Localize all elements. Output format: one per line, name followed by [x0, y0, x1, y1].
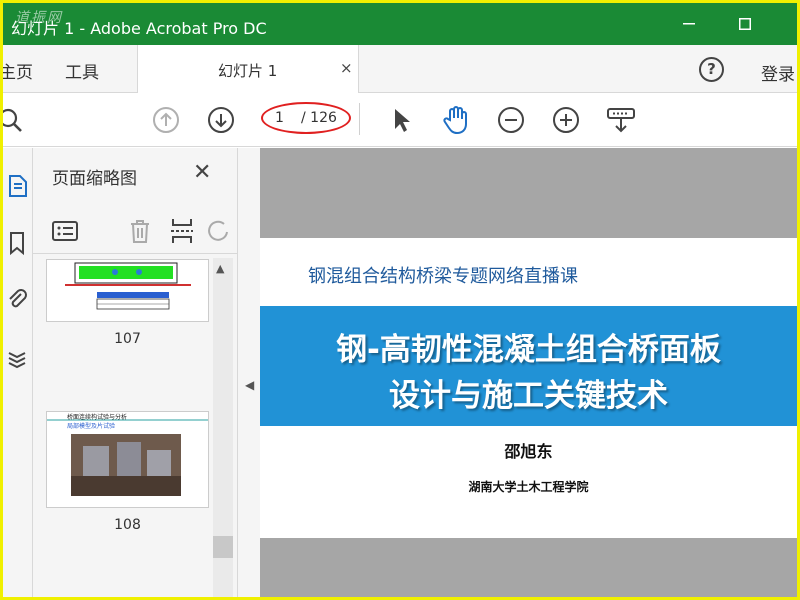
delete-page-button[interactable] [125, 216, 155, 246]
thumbnail-107[interactable] [46, 259, 209, 322]
app-window: 道振网 幻灯片 1 - Adobe Acrobat Pro DC 主页 工具 幻… [3, 3, 797, 597]
scroll-up-icon[interactable]: ▲ [216, 262, 224, 275]
rotate-icon [208, 220, 228, 241]
thumbnail-108[interactable]: 桥面连续构试验与分析 局部模型及片试验 [46, 411, 209, 508]
slide-banner: 钢-高韧性混凝土组合桥面板 设计与施工关键技术 [260, 306, 797, 426]
maximize-icon [739, 18, 751, 30]
up-arrow-circle-icon [153, 107, 179, 133]
zoom-out-button[interactable] [496, 105, 526, 135]
panel-close-icon[interactable]: ✕ [193, 160, 211, 185]
highlight-oval [261, 102, 351, 134]
slide-subtitle: 钢混组合结构桥梁专题网络直播课 [308, 266, 578, 287]
sign-in-button[interactable]: 登录 [761, 60, 795, 85]
slide-title-line1: 钢-高韧性混凝土组合桥面板 [336, 332, 721, 368]
insert-page-button[interactable] [167, 216, 197, 246]
attach-icon[interactable] [3, 284, 31, 314]
help-icon[interactable]: ? [699, 57, 724, 82]
document-tab-label: 幻灯片 1 [218, 62, 278, 80]
title-bar: 道振网 幻灯片 1 - Adobe Acrobat Pro DC [3, 3, 797, 45]
thumbnail-scroll-thumb[interactable] [213, 536, 233, 558]
delete-icon [131, 220, 149, 243]
page-number-field[interactable]: 1 / 126 [261, 102, 351, 134]
insert-page-icon [171, 219, 193, 243]
hand-icon [443, 106, 467, 135]
select-tool-button[interactable] [387, 105, 417, 135]
slide-author: 邵旭东 [504, 442, 553, 461]
maximize-button[interactable] [725, 9, 765, 39]
keyboard-scroll-icon [607, 108, 635, 133]
minimize-button[interactable] [669, 9, 709, 39]
hand-tool-button[interactable] [441, 105, 471, 135]
panel-toolbar [33, 208, 238, 254]
toolbar: 1 / 126 [3, 93, 797, 147]
document-scrollbar[interactable] [785, 148, 797, 597]
menu-tools[interactable]: 工具 [65, 58, 99, 83]
bookmark-icon[interactable] [3, 228, 31, 258]
collapse-arrow-icon[interactable]: ◀ [245, 378, 254, 392]
thumbnail-panel: 页面缩略图 ✕ 107 桥面连续构试验与分析 局部模型及片试验 108 ▲ [33, 148, 238, 597]
thumbnail-107-preview [65, 262, 191, 310]
slide-page: 钢混组合结构桥梁专题网络直播课 钢-高韧性混凝土组合桥面板 设计与施工关键技术 … [260, 238, 797, 538]
tab-close-icon[interactable]: × [340, 59, 353, 77]
document-view: 钢混组合结构桥梁专题网络直播课 钢-高韧性混凝土组合桥面板 设计与施工关键技术 … [260, 148, 797, 597]
slide-title-line2: 设计与施工关键技术 [389, 378, 668, 414]
thumbnail-options-button[interactable] [51, 216, 81, 246]
menu-home[interactable]: 主页 [3, 58, 33, 83]
slide-affiliation: 湖南大学土木工程学院 [468, 480, 589, 494]
zoom-out-icon [498, 107, 524, 133]
minimize-icon [683, 23, 695, 25]
next-page-button[interactable] [206, 105, 236, 135]
search-icon[interactable] [3, 105, 27, 135]
thumbnail-107-label: 107 [114, 331, 141, 347]
panel-title: 页面缩略图 [52, 169, 137, 189]
layers-icon[interactable] [3, 344, 31, 374]
window-title: 幻灯片 1 - Adobe Acrobat Pro DC [11, 19, 267, 38]
panel-collapse-handle[interactable]: ◀ [238, 148, 260, 597]
navigation-strip [3, 148, 33, 597]
document-tab[interactable]: 幻灯片 1 × [137, 45, 359, 94]
zoom-in-icon [553, 107, 579, 133]
down-arrow-circle-icon [208, 107, 234, 133]
zoom-in-button[interactable] [551, 105, 581, 135]
thumbnail-108-label: 108 [114, 517, 141, 533]
previous-page-button[interactable] [151, 105, 181, 135]
thumbnail-108-preview [47, 419, 208, 496]
rotate-page-button[interactable] [203, 216, 233, 246]
options-icon [52, 221, 78, 241]
page-thumbnails-icon[interactable] [3, 170, 31, 200]
menu-bar: 主页 工具 幻灯片 1 × ? 登录 [3, 45, 797, 94]
cursor-icon [395, 109, 410, 132]
scroll-mode-button[interactable] [606, 105, 636, 135]
toolbar-separator [359, 103, 360, 135]
